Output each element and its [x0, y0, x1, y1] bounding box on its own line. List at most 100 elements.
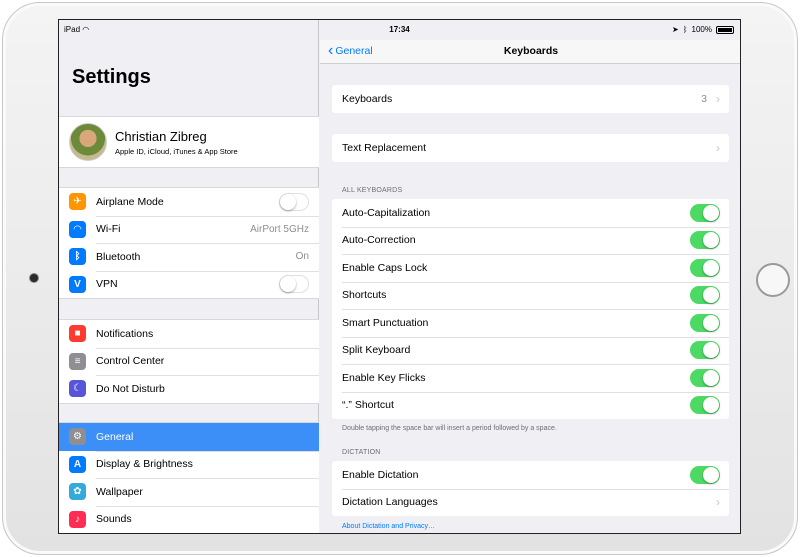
keyboard-setting-row: Split Keyboard	[332, 336, 729, 365]
sidebar-item-control-center[interactable]: ≡ Control Center	[59, 347, 319, 376]
all-keyboards-header: ALL KEYBOARDS	[342, 187, 403, 194]
keyboard-setting-toggle[interactable]	[690, 313, 720, 332]
status-bar: iPad ◠ 17:34 ➤ ᛒ 100%	[59, 20, 740, 40]
sidebar-item-label: Bluetooth	[96, 250, 141, 263]
page-title: Settings	[72, 66, 151, 88]
keyboard-setting-row: Auto-Correction	[332, 226, 729, 255]
sidebar-item-label: Wi-Fi	[96, 223, 121, 236]
sidebar-item-vpn[interactable]: V VPN	[59, 270, 319, 299]
keyboard-setting-label: Smart Punctuation	[342, 316, 429, 329]
dictation-languages-label: Dictation Languages	[342, 496, 438, 509]
sidebar-item-wallpaper[interactable]: ✿ Wallpaper	[59, 478, 319, 506]
bluetooth-icon: ᛒ	[69, 248, 86, 265]
sidebar-item-wi-fi[interactable]: ◠ Wi-Fi AirPort 5GHz	[59, 215, 319, 244]
keyboard-setting-label: “.” Shortcut	[342, 399, 394, 412]
enable-dictation-row: Enable Dictation	[332, 461, 729, 489]
avatar	[69, 123, 107, 161]
general-group: ⚙ General A Display & Brightness ✿ Wallpaper ♪…	[59, 422, 319, 534]
navigation-bar: ‹ General Keyboards	[320, 40, 740, 64]
sidebar-item-label: VPN	[96, 278, 118, 291]
keyboards-group: Keyboards 3 ›	[332, 85, 729, 113]
sidebar-item-toggle[interactable]	[279, 192, 309, 211]
battery-icon	[716, 25, 734, 34]
keyboard-setting-toggle[interactable]	[690, 203, 720, 222]
sounds-icon: ♪	[69, 510, 86, 528]
display-icon: A	[69, 455, 86, 473]
sidebar-item-general[interactable]: ⚙ General	[59, 423, 319, 451]
keyboard-setting-toggle[interactable]	[690, 258, 720, 277]
sidebar-item-label: Do Not Disturb	[96, 382, 165, 395]
keyboard-setting-row: Shortcuts	[332, 281, 729, 310]
settings-sidebar: Settings Christian Zibreg Apple ID, iClo…	[59, 20, 319, 533]
keyboard-setting-label: Enable Key Flicks	[342, 371, 426, 384]
period-footnote: Double tapping the space bar will insert…	[342, 425, 557, 432]
about-dictation-link[interactable]: About Dictation and Privacy…	[342, 523, 435, 530]
chevron-right-icon: ›	[716, 140, 720, 155]
dictation-languages-row[interactable]: Dictation Languages ›	[332, 488, 729, 517]
keyboard-setting-row: Smart Punctuation	[332, 309, 729, 337]
all-keyboards-group: Auto-Capitalization Auto-Correction Enable…	[332, 199, 729, 419]
sidebar-item-value: AirPort 5GHz	[250, 223, 309, 235]
sidebar-item-sounds[interactable]: ♪ Sounds	[59, 505, 319, 534]
dictation-header: DICTATION	[342, 449, 381, 456]
sidebar-item-bluetooth[interactable]: ᛒ Bluetooth On	[59, 243, 319, 271]
profile-subtitle: Apple ID, iCloud, iTunes & App Store	[115, 146, 238, 156]
moon-icon: ☾	[69, 380, 86, 397]
keyboards-pane: ‹ General Keyboards Keyboards 3 › Text R…	[320, 20, 740, 533]
battery-percent: 100%	[691, 25, 712, 34]
keyboard-setting-toggle[interactable]	[690, 341, 720, 360]
vpn-icon: V	[69, 275, 86, 293]
sidebar-item-do-not-disturb[interactable]: ☾ Do Not Disturb	[59, 375, 319, 403]
apple-id-row[interactable]: Christian Zibreg Apple ID, iCloud, iTune…	[59, 117, 319, 167]
notifications-group: ■ Notifications ≡ Control Center ☾ Do Not Dis…	[59, 319, 319, 404]
keyboard-setting-toggle[interactable]	[690, 286, 720, 305]
text-replacement-group: Text Replacement ›	[332, 134, 729, 162]
sidebar-item-label: Sounds	[96, 513, 132, 526]
wifi-icon: ◠	[69, 220, 86, 238]
keyboards-label: Keyboards	[342, 92, 393, 105]
sidebar-item-notifications[interactable]: ■ Notifications	[59, 320, 319, 348]
keyboard-setting-label: Auto-Capitalization	[342, 206, 431, 219]
dictation-group: Enable Dictation Dictation Languages ›	[332, 461, 729, 516]
sidebar-item-label: General	[96, 430, 134, 443]
keyboard-setting-row: “.” Shortcut	[332, 391, 729, 420]
keyboards-row[interactable]: Keyboards 3 ›	[332, 85, 729, 113]
sidebar-item-airplane-mode[interactable]: ✈ Airplane Mode	[59, 188, 319, 216]
bluetooth-status-icon: ᛒ	[682, 25, 688, 34]
nav-title: Keyboards	[503, 45, 559, 57]
notifications-icon: ■	[69, 325, 86, 342]
sidebar-item-label: Notifications	[96, 327, 154, 340]
airplane-icon: ✈	[69, 193, 86, 210]
keyboard-setting-toggle[interactable]	[690, 231, 720, 250]
text-replacement-row[interactable]: Text Replacement ›	[332, 134, 729, 162]
keyboard-setting-label: Auto-Correction	[342, 234, 416, 247]
enable-dictation-toggle[interactable]	[690, 465, 720, 484]
gear-icon: ⚙	[69, 428, 86, 445]
sidebar-item-display-brightness[interactable]: A Display & Brightness	[59, 450, 319, 479]
sidebar-item-label: Airplane Mode	[96, 195, 164, 208]
control-center-icon: ≡	[69, 352, 86, 370]
keyboard-setting-label: Shortcuts	[342, 289, 387, 302]
sidebar-item-label: Control Center	[96, 355, 165, 368]
sidebar-item-value: On	[295, 251, 309, 263]
chevron-right-icon: ›	[716, 495, 720, 510]
profile-name: Christian Zibreg	[115, 128, 207, 144]
home-button[interactable]	[756, 263, 790, 297]
keyboard-setting-row: Enable Key Flicks	[332, 364, 729, 392]
keyboard-setting-toggle[interactable]	[690, 396, 720, 415]
sidebar-item-label: Wallpaper	[96, 485, 143, 498]
profile-group: Christian Zibreg Apple ID, iCloud, iTune…	[59, 116, 319, 168]
screen: Settings Christian Zibreg Apple ID, iClo…	[58, 19, 741, 534]
keyboards-count: 3	[701, 92, 707, 105]
text-replacement-label: Text Replacement	[342, 141, 427, 154]
keyboard-setting-toggle[interactable]	[690, 368, 720, 387]
connectivity-group: ✈ Airplane Mode ◠ Wi-Fi AirPort 5GHz ᛒ Bluetoo…	[59, 187, 319, 299]
location-icon: ➤	[672, 25, 679, 34]
wallpaper-icon: ✿	[69, 483, 86, 500]
clock: 17:34	[389, 25, 410, 34]
enable-dictation-label: Enable Dictation	[342, 468, 419, 481]
camera	[30, 274, 38, 282]
sidebar-item-label: Display & Brightness	[96, 458, 193, 471]
keyboard-setting-row: Enable Caps Lock	[332, 254, 729, 282]
sidebar-item-toggle[interactable]	[279, 275, 309, 294]
